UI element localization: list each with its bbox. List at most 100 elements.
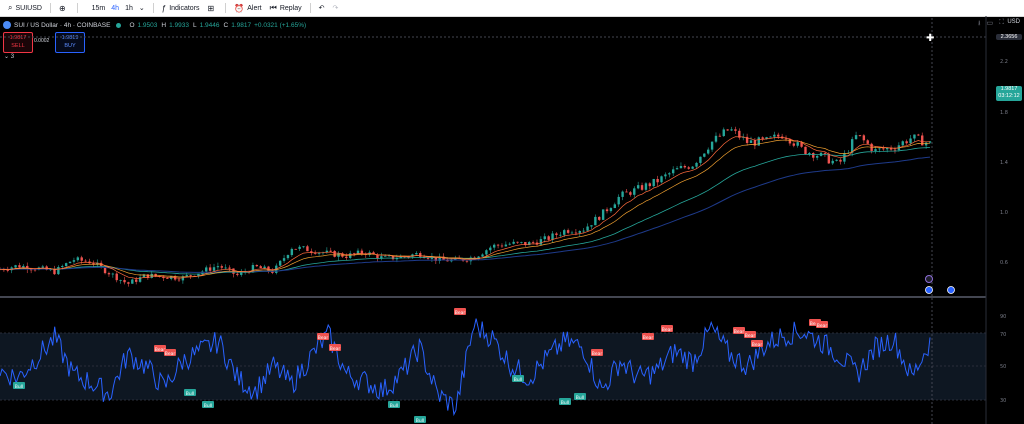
- candle-body: [812, 152, 815, 158]
- divergence-label-text: Bear: [318, 335, 329, 341]
- candle-body: [481, 254, 484, 257]
- divergence-label-text: Bull: [204, 403, 212, 409]
- candle-body: [707, 149, 710, 154]
- divergence-label-text: Bear: [455, 310, 466, 316]
- candle-body: [835, 159, 838, 161]
- candle-body: [539, 239, 543, 245]
- candle-body: [687, 167, 690, 169]
- candle-body: [660, 176, 663, 183]
- candle-body: [675, 168, 679, 170]
- ema-slow-line: [0, 147, 931, 275]
- candle-body: [893, 149, 897, 151]
- candle-body: [621, 191, 624, 197]
- candle-body: [664, 174, 667, 177]
- candle-body: [384, 255, 387, 257]
- candle-body: [656, 178, 659, 183]
- divergence-label-text: Bear: [592, 351, 603, 357]
- candle-body: [80, 257, 83, 261]
- candle-body: [633, 188, 636, 195]
- candle-body: [426, 258, 430, 259]
- candle-body: [419, 253, 422, 257]
- candle-body: [329, 250, 332, 252]
- candle-body: [72, 260, 76, 262]
- candle-body: [917, 134, 920, 136]
- rsi-tick: 70: [1000, 332, 1006, 338]
- candle-body: [613, 204, 617, 209]
- candle-body: [228, 267, 231, 269]
- candle-body: [111, 273, 115, 275]
- candle-body: [224, 267, 227, 269]
- divergence-label-text: Bear: [734, 329, 745, 335]
- candle-body: [278, 260, 282, 266]
- candle-body: [839, 159, 842, 162]
- candle-body: [531, 242, 535, 243]
- candle-body: [699, 156, 702, 163]
- candle-body: [18, 265, 21, 268]
- candle-body: [909, 138, 912, 144]
- candle-body: [177, 279, 181, 281]
- candle-body: [555, 233, 558, 235]
- candle-body: [885, 148, 889, 150]
- candle-body: [594, 216, 597, 226]
- candle-body: [586, 226, 589, 231]
- candle-body: [76, 257, 80, 261]
- flag-marker-icon[interactable]: [925, 286, 933, 294]
- candle-body: [119, 280, 122, 281]
- event-markers: [925, 275, 955, 294]
- candle-body: [913, 134, 916, 139]
- candle-body: [878, 148, 881, 150]
- candle-body: [131, 279, 134, 284]
- candle-body: [185, 275, 188, 277]
- candle-body: [547, 236, 550, 240]
- price-tick: 1.0: [1000, 210, 1008, 216]
- candle-body: [769, 136, 772, 138]
- candle-body: [874, 149, 877, 151]
- candle-body: [590, 225, 593, 227]
- candle-body: [107, 273, 111, 275]
- candle-body: [166, 278, 169, 279]
- candle-body: [255, 265, 259, 267]
- candle-body: [862, 135, 866, 141]
- divergence-label-text: Bull: [390, 403, 398, 409]
- candle-body: [679, 166, 683, 169]
- candle-body: [882, 148, 885, 150]
- candle-body: [804, 146, 807, 155]
- candle-body: [640, 185, 644, 190]
- candle-body: [792, 143, 796, 146]
- candle-body: [64, 263, 68, 267]
- divergence-label-text: Bear: [817, 323, 828, 329]
- candle-body: [683, 166, 687, 168]
- candle-body: [492, 244, 496, 248]
- candle-body: [749, 140, 753, 143]
- candle-body: [815, 155, 819, 158]
- rsi-tick: 30: [1000, 398, 1006, 404]
- ema-fast-line: [0, 136, 931, 279]
- price-tick: 0.6: [1000, 260, 1008, 266]
- rsi-tick: 90: [1000, 314, 1006, 320]
- candle-body: [504, 244, 508, 247]
- news-marker-icon[interactable]: [925, 275, 933, 283]
- candle-body: [843, 153, 846, 162]
- candle-body: [543, 236, 546, 240]
- candle-body: [691, 166, 694, 169]
- candle-body: [236, 273, 239, 275]
- divergence-label-text: Bear: [752, 342, 763, 348]
- flag-marker-icon[interactable]: [947, 286, 955, 294]
- candle-body: [282, 258, 286, 261]
- candle-body: [625, 191, 628, 193]
- candle-body: [33, 269, 37, 271]
- candle-body: [757, 137, 760, 146]
- candle-body: [703, 153, 706, 157]
- candle-body: [208, 267, 212, 271]
- candle-body: [726, 129, 729, 131]
- candle-body: [695, 162, 698, 167]
- candle-body: [189, 275, 192, 276]
- crosshair-cursor-icon: ✚: [926, 33, 934, 44]
- candle-body: [850, 139, 854, 153]
- candle-body: [796, 142, 799, 146]
- divergence-label-text: Bull: [514, 377, 522, 383]
- divergence-label-text: Bear: [330, 346, 341, 352]
- candle-body: [854, 135, 858, 140]
- price-tick: 2.2: [1000, 59, 1008, 65]
- chart-canvas[interactable]: ✚ BearBearBearBearBearBearBearBear BearBe…: [0, 0, 1024, 424]
